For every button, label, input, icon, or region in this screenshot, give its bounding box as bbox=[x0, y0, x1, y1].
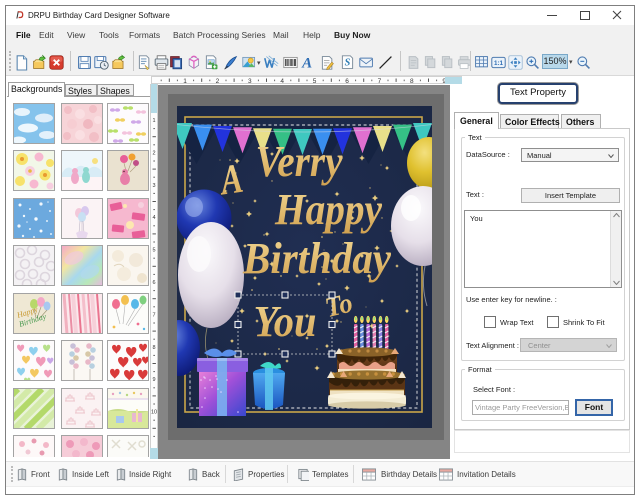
svg-text:7: 7 bbox=[152, 312, 155, 318]
svg-text:1:1: 1:1 bbox=[494, 60, 504, 67]
svg-text:6: 6 bbox=[345, 78, 349, 84]
svg-text:4: 4 bbox=[280, 78, 284, 84]
svg-text:2: 2 bbox=[216, 78, 220, 84]
svg-text:A: A bbox=[301, 56, 312, 72]
svg-text:5: 5 bbox=[152, 248, 155, 254]
svg-text:3: 3 bbox=[248, 78, 252, 84]
svg-text:You: You bbox=[254, 297, 317, 346]
svg-text:Happy: Happy bbox=[274, 185, 382, 234]
svg-text:5: 5 bbox=[313, 78, 317, 84]
svg-text:8: 8 bbox=[152, 345, 155, 351]
svg-text:1: 1 bbox=[152, 118, 155, 124]
svg-text:3: 3 bbox=[152, 183, 155, 189]
svg-text:Verry: Verry bbox=[256, 137, 343, 186]
svg-text:2: 2 bbox=[152, 150, 155, 156]
svg-text:9: 9 bbox=[152, 377, 155, 383]
svg-text:S: S bbox=[345, 58, 351, 69]
svg-text:8: 8 bbox=[410, 78, 414, 84]
svg-text:1: 1 bbox=[183, 78, 187, 84]
svg-text:4: 4 bbox=[152, 215, 155, 221]
svg-text:6: 6 bbox=[152, 280, 155, 286]
svg-text:10: 10 bbox=[151, 410, 157, 416]
svg-text:7: 7 bbox=[378, 78, 382, 84]
svg-text:Birthday: Birthday bbox=[242, 234, 391, 283]
